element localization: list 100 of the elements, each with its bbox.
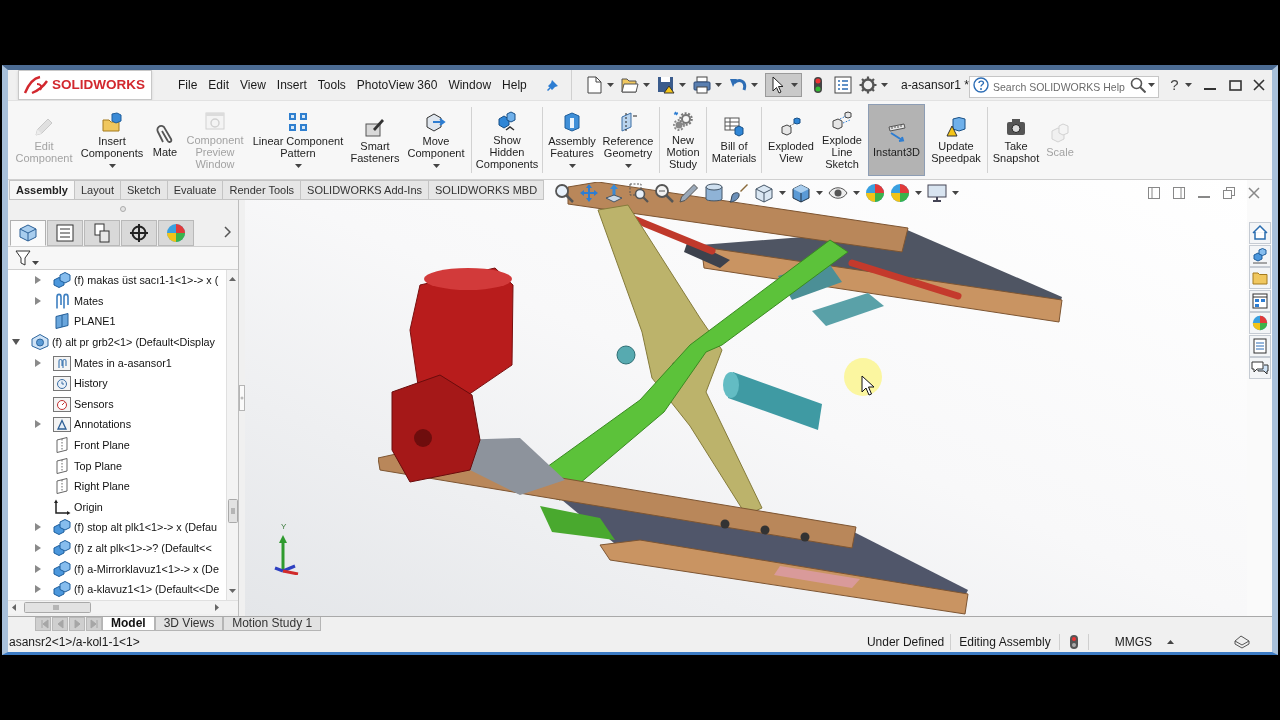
restore-icon[interactable]: [1223, 187, 1235, 199]
caret-icon[interactable]: [915, 191, 922, 195]
ribbon-button[interactable]: Mate: [151, 104, 179, 176]
caret-icon[interactable]: [714, 83, 722, 87]
caret-icon[interactable]: [880, 83, 888, 87]
tree-item[interactable]: (f) stop alt plk1<1>-> x (Defau: [74, 520, 218, 535]
tree-item[interactable]: Sensors: [74, 396, 114, 411]
tree-item[interactable]: (f) makas üst sacı1-1<1>-> x (: [74, 273, 219, 288]
panel-tab[interactable]: [121, 220, 157, 246]
ribbon-button[interactable]: Exploded View: [766, 104, 816, 176]
maximize-icon[interactable]: [1229, 79, 1242, 91]
caret-icon[interactable]: [678, 83, 686, 87]
toolbar-button[interactable]: [764, 73, 802, 97]
expander-icon[interactable]: [35, 358, 41, 367]
tree-item[interactable]: (f) alt pr grb2<1> (Default<Display: [52, 335, 215, 350]
ribbon-button[interactable]: Show Hidden Components: [476, 104, 538, 176]
bottom-tab[interactable]: Motion Study 1: [223, 617, 322, 631]
ribbon-button[interactable]: Bill of Materials: [711, 104, 757, 176]
close-icon[interactable]: [1253, 79, 1265, 91]
splitter-dot-icon[interactable]: [120, 206, 126, 212]
cube-icon[interactable]: [754, 183, 774, 203]
folder-icon[interactable]: [1248, 267, 1271, 289]
command-tab[interactable]: Sketch: [120, 180, 168, 200]
tree-item[interactable]: Origin: [74, 499, 103, 514]
expander-icon[interactable]: [35, 585, 41, 594]
caret-icon[interactable]: [32, 261, 39, 265]
open-folder-icon[interactable]: [620, 76, 639, 94]
filter-icon[interactable]: [15, 250, 31, 266]
command-tab[interactable]: Evaluate: [166, 180, 224, 200]
tree-item[interactable]: Right Plane: [74, 479, 130, 494]
tree-item[interactable]: (f) a-klavuz1<1> (Default<<De: [74, 582, 220, 597]
tree-item[interactable]: History: [74, 376, 108, 391]
panel-left-icon[interactable]: [1148, 187, 1160, 199]
caret-icon[interactable]: [952, 191, 959, 195]
window-grid-icon[interactable]: [1248, 289, 1271, 312]
ribbon-button[interactable]: Take Snapshot: [992, 104, 1040, 176]
menu-item[interactable]: Insert: [276, 77, 307, 93]
shaded-cube-icon[interactable]: [791, 183, 811, 203]
search-field[interactable]: Search SOLIDWORKS Help: [969, 76, 1159, 98]
traffic-light-icon[interactable]: [1069, 634, 1078, 649]
ribbon-button[interactable]: Smart Fasteners: [349, 104, 401, 176]
zoom-area-icon[interactable]: [629, 183, 649, 203]
color-ball-icon[interactable]: [890, 183, 910, 203]
ribbon-button[interactable]: Update Speedpak: [929, 104, 983, 176]
color-ball-icon[interactable]: [865, 183, 885, 203]
caret-icon[interactable]: [853, 191, 860, 195]
magnifier-icon[interactable]: [554, 183, 574, 203]
menu-item[interactable]: PhotoView 360: [356, 77, 438, 93]
chevron-right-icon[interactable]: [224, 226, 231, 238]
ribbon-button[interactable]: Insert Components: [77, 104, 147, 176]
caret-icon[interactable]: [1148, 83, 1155, 87]
tree-item[interactable]: Annotations: [74, 417, 132, 432]
tree-item[interactable]: Top Plane: [74, 458, 123, 473]
search-icon[interactable]: [1130, 77, 1146, 93]
layers-icon[interactable]: [1234, 634, 1250, 649]
menu-item[interactable]: Edit: [208, 77, 230, 93]
tree-item[interactable]: Front Plane: [74, 438, 130, 453]
document-icon[interactable]: [584, 76, 603, 94]
expander-icon[interactable]: [35, 523, 41, 532]
expander-icon[interactable]: [35, 276, 41, 285]
stacked-cubes-icon[interactable]: [1248, 244, 1271, 267]
checklist-icon[interactable]: [833, 76, 852, 94]
ribbon-button[interactable]: Explode Line Sketch: [820, 104, 864, 176]
command-tab[interactable]: Assembly: [9, 180, 75, 200]
scroll-up-icon[interactable]: [229, 277, 236, 281]
menu-item[interactable]: Tools: [317, 77, 346, 93]
command-tab[interactable]: Render Tools: [222, 180, 302, 200]
panel-right-icon[interactable]: [1173, 187, 1185, 199]
cylinder-icon[interactable]: [704, 183, 724, 203]
monitor-icon[interactable]: [927, 183, 947, 203]
caret-icon[interactable]: [606, 83, 614, 87]
paintbrush-icon[interactable]: [729, 183, 749, 203]
scroll-left-icon[interactable]: [12, 604, 16, 611]
caret-up-icon[interactable]: [1167, 639, 1174, 644]
scrollbar-thumb[interactable]: [24, 602, 91, 613]
tree-item[interactable]: Mates: [74, 293, 104, 308]
expander-icon[interactable]: [35, 544, 41, 552]
expander-icon[interactable]: [12, 339, 20, 346]
help-button[interactable]: ?: [1170, 76, 1179, 94]
expander-icon[interactable]: [35, 564, 41, 573]
home-icon[interactable]: [1248, 222, 1271, 244]
bottom-tab[interactable]: 3D Views: [154, 617, 224, 631]
tree-item[interactable]: PLANE1: [74, 314, 116, 329]
printer-icon[interactable]: [692, 76, 711, 94]
expander-icon[interactable]: [35, 420, 41, 429]
tree-item[interactable]: (f) a-Mirrorklavuz1<1>-> x (De: [74, 561, 219, 576]
caret-icon[interactable]: [642, 83, 650, 87]
chat-bubbles-icon[interactable]: [1248, 357, 1271, 379]
ribbon-button[interactable]: Instant3D: [868, 104, 925, 176]
bottom-tab[interactable]: Model: [102, 617, 155, 631]
units-label[interactable]: MMGS: [1114, 632, 1152, 651]
command-tab[interactable]: SOLIDWORKS Add-Ins: [300, 180, 430, 200]
ribbon-button[interactable]: Assembly Features: [547, 104, 597, 176]
ribbon-button[interactable]: Linear Component Pattern: [251, 104, 345, 176]
ribbon-button[interactable]: New Motion Study: [664, 104, 702, 176]
tree-item[interactable]: (f) z alt plk<1>->? (Default<<: [74, 541, 212, 555]
menu-item[interactable]: File: [178, 77, 198, 93]
list-icon[interactable]: [1248, 334, 1271, 357]
command-tab[interactable]: Layout: [74, 180, 121, 200]
caret-icon[interactable]: [1185, 83, 1192, 87]
